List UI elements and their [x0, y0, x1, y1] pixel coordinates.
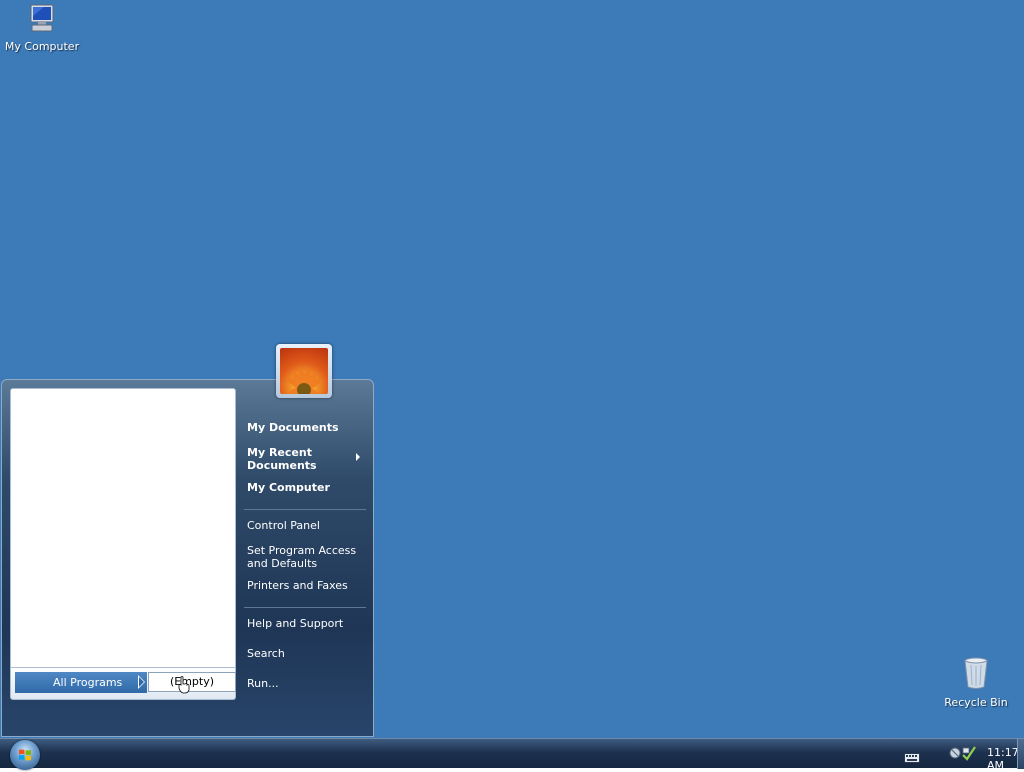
chevron-right-icon: [138, 675, 145, 689]
start-button[interactable]: [10, 740, 40, 770]
keyboard-icon[interactable]: [904, 748, 920, 767]
menu-separator: [244, 509, 366, 510]
menu-item-label: Set Program Access and Defaults: [247, 544, 357, 570]
menu-item-search[interactable]: Search: [247, 647, 365, 660]
menu-item-set-program-access[interactable]: Set Program Access and Defaults: [247, 544, 357, 570]
all-programs-label: All Programs: [53, 676, 123, 689]
menu-item-help-and-support[interactable]: Help and Support: [247, 617, 365, 630]
network-icon[interactable]: [949, 745, 977, 765]
desktop-icon-label: Recycle Bin: [944, 696, 1008, 709]
computer-icon: [0, 2, 84, 37]
menu-item-label: Help and Support: [247, 617, 344, 630]
desktop-icon-my-computer[interactable]: My Computer: [0, 2, 84, 53]
menu-item-label: My Computer: [247, 481, 330, 494]
desktop-icon-label: My Computer: [4, 40, 80, 53]
menu-item-printers-and-faxes[interactable]: Printers and Faxes: [247, 579, 365, 592]
taskbar: 11:17 AM: [0, 738, 1024, 772]
flower-picture-icon: [280, 348, 328, 394]
desktop: My Computer Recycle Bin All Programs (Em…: [0, 0, 1024, 772]
all-programs-button[interactable]: All Programs: [15, 672, 147, 693]
menu-item-label: Run...: [247, 677, 279, 690]
menu-item-label: Control Panel: [247, 519, 320, 532]
submenu-arrow-icon: [356, 453, 360, 461]
windows-flag-icon: [19, 749, 31, 761]
menu-item-label: Printers and Faxes: [247, 579, 348, 592]
menu-item-label: My Documents: [247, 421, 339, 434]
menu-item-control-panel[interactable]: Control Panel: [247, 519, 365, 532]
menu-separator: [244, 607, 366, 608]
menu-item-run[interactable]: Run...: [247, 677, 365, 690]
hand-cursor-icon: [178, 676, 190, 698]
menu-item-my-computer[interactable]: My Computer: [247, 481, 365, 494]
show-desktop-button[interactable]: [1017, 739, 1024, 769]
menu-item-label: Search: [247, 647, 285, 660]
menu-item-label: My Recent Documents: [247, 446, 317, 472]
all-programs-strip: All Programs (Empty): [10, 668, 236, 700]
menu-item-my-documents[interactable]: My Documents: [247, 421, 365, 434]
all-programs-submenu-empty-item[interactable]: (Empty): [148, 672, 236, 692]
menu-item-my-recent-documents[interactable]: My Recent Documents: [247, 446, 347, 472]
pinned-programs-pane: [10, 388, 236, 668]
empty-item-label: (Empty): [169, 675, 215, 688]
desktop-icon-recycle-bin[interactable]: Recycle Bin: [934, 656, 1018, 709]
user-picture[interactable]: [276, 344, 332, 398]
recycle-bin-icon: [934, 656, 1018, 693]
system-tray: 11:17 AM: [874, 739, 1024, 772]
